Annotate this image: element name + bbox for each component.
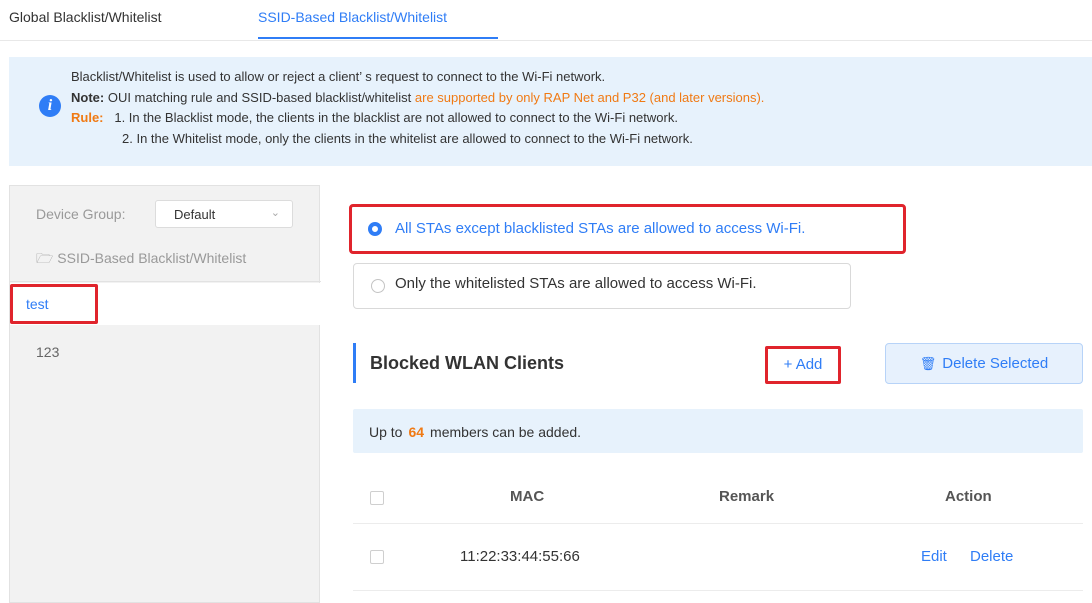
notice-line-rule1: Rule: 1. In the Blacklist mode, the clie… [71, 110, 678, 125]
table-row: 11:22:33:44:55:66 Edit Delete [353, 524, 1083, 591]
note-highlight: are supported by only RAP Net and P32 (a… [414, 90, 765, 105]
section-accent-bar [353, 343, 356, 383]
column-header-action: Action [945, 488, 992, 505]
sidebar-item-123[interactable]: 123 [36, 344, 59, 360]
member-limit-text: Up to 64 members can be added. [369, 424, 581, 440]
sidebar-divider [10, 281, 321, 282]
row-mac: 11:22:33:44:55:66 [460, 548, 580, 565]
add-button[interactable]: + Add [765, 346, 841, 384]
tab-global-blacklist-whitelist[interactable]: Global Blacklist/Whitelist [9, 9, 162, 25]
device-group-value: Default [174, 207, 216, 222]
rule-label: Rule: [71, 110, 104, 125]
tab-bar: Global Blacklist/Whitelist SSID-Based Bl… [0, 0, 1092, 41]
select-all-checkbox[interactable] [370, 491, 384, 505]
notice-line-intro: Blacklist/Whitelist is used to allow or … [71, 69, 606, 84]
column-header-mac: MAC [510, 488, 545, 505]
ssid-sidebar: Device Group: Default ⌄ 🗁 SSID-Based Bla… [9, 185, 321, 603]
notice-line-note: Note: OUI matching rule and SSID-based b… [71, 90, 764, 105]
member-limit-bar: Up to 64 members can be added. [353, 409, 1083, 453]
trash-icon: 🗑 [919, 356, 937, 371]
info-notice: i Blacklist/Whitelist is used to allow o… [9, 57, 1092, 166]
device-group-label: Device Group: [36, 206, 126, 222]
radio-option-blacklist[interactable]: All STAs except blacklisted STAs are all… [349, 204, 906, 254]
radio-label-blacklist: All STAs except blacklisted STAs are all… [395, 220, 806, 237]
radio-label-whitelist: Only the whitelisted STAs are allowed to… [395, 275, 757, 292]
radio-unselected-icon [371, 279, 385, 293]
delete-selected-label: Delete Selected [942, 355, 1049, 372]
device-group-select[interactable]: Default ⌄ [155, 200, 293, 228]
section-title: Blocked WLAN Clients [370, 353, 565, 373]
delete-selected-button[interactable]: 🗑 Delete Selected [885, 343, 1083, 384]
limit-suffix: members can be added. [430, 424, 582, 440]
row-checkbox[interactable] [370, 550, 384, 564]
delete-link[interactable]: Delete [970, 548, 1013, 565]
chevron-down-icon: ⌄ [270, 207, 280, 219]
tab-ssid-based-blacklist-whitelist[interactable]: SSID-Based Blacklist/Whitelist [258, 9, 447, 25]
limit-prefix: Up to [369, 424, 403, 440]
active-tab-indicator [258, 37, 498, 39]
rule-1-text: 1. In the Blacklist mode, the clients in… [114, 110, 678, 125]
note-text: OUI matching rule and SSID-based blackli… [104, 90, 415, 105]
radio-option-whitelist[interactable]: Only the whitelisted STAs are allowed to… [353, 263, 851, 309]
highlight-box-test [10, 284, 98, 324]
edit-link[interactable]: Edit [921, 548, 947, 565]
column-header-remark: Remark [719, 488, 775, 505]
folder-icon: 🗁 [36, 250, 54, 266]
limit-count: 64 [408, 424, 425, 440]
folder-row: 🗁 SSID-Based Blacklist/Whitelist [36, 248, 246, 272]
rule-2-text: 2. In the Whitelist mode, only the clien… [122, 131, 693, 146]
folder-label: SSID-Based Blacklist/Whitelist [57, 250, 247, 266]
radio-selected-icon [368, 222, 382, 236]
info-icon: i [39, 95, 61, 117]
table-header: MAC Remark Action [353, 473, 1083, 524]
note-label: Note: [71, 90, 105, 105]
